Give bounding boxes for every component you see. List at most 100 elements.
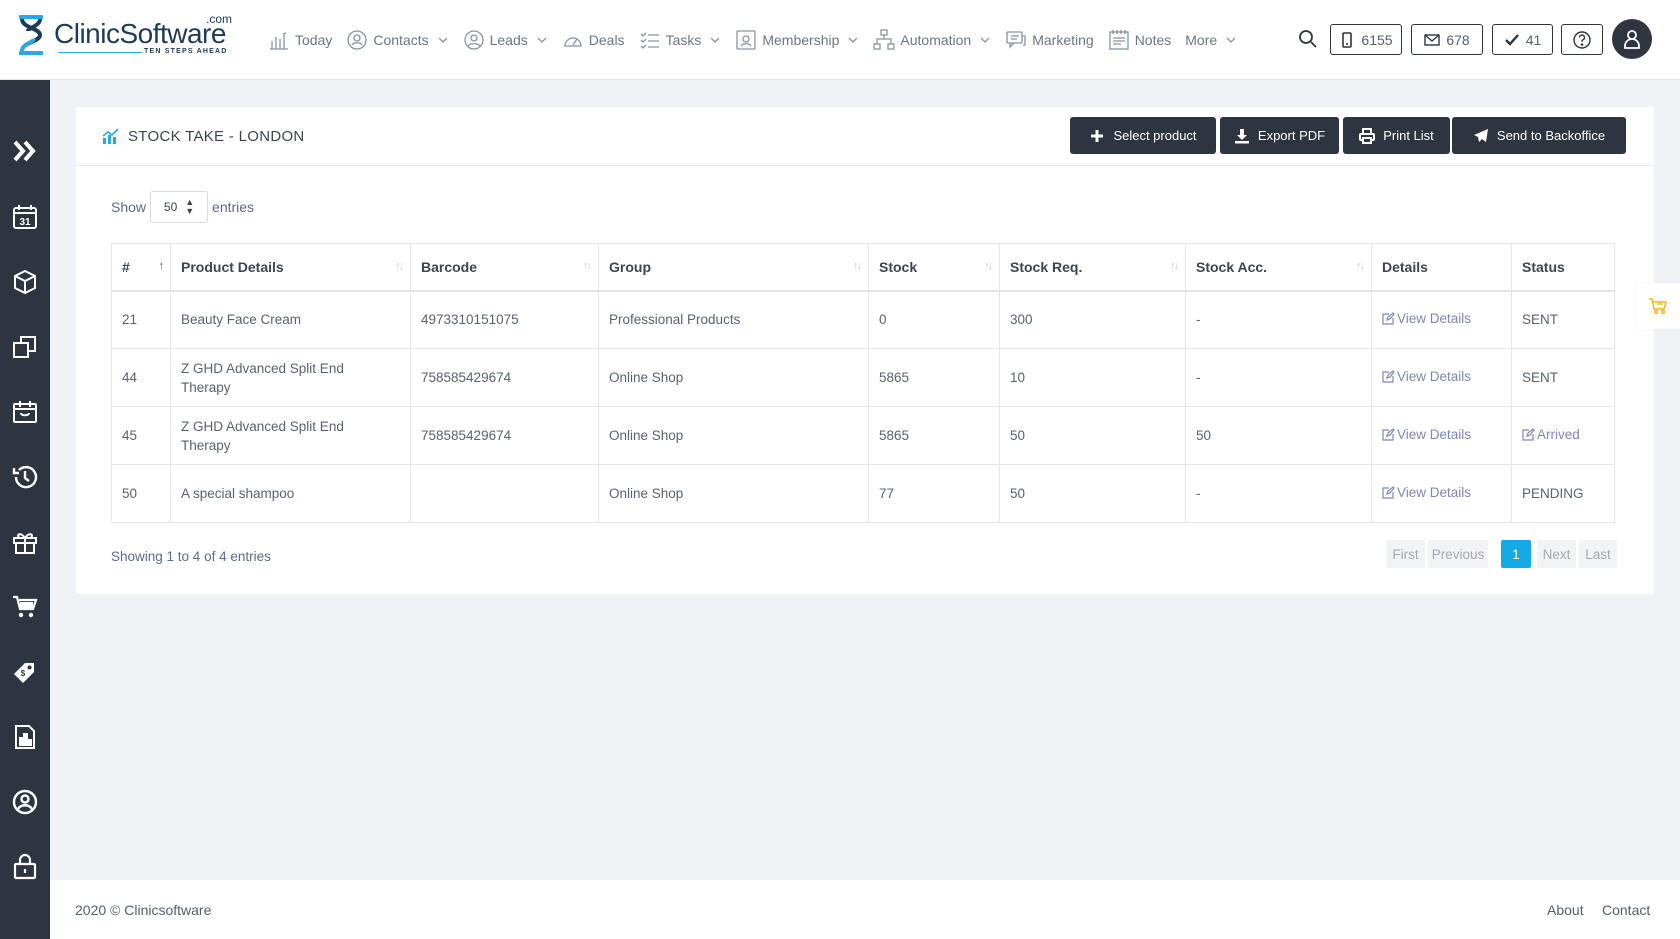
pagination-page-1[interactable]: 1 [1501,540,1531,568]
top-bar: ClinicSoftware .com TEN STEPS AHEAD Toda… [0,0,1680,80]
view-details-link[interactable]: View Details [1382,309,1471,328]
sidebar-item-deals[interactable]: $ [0,647,50,697]
sidebar-item-cart[interactable] [0,582,50,632]
sms-counter-button[interactable]: 6155 [1330,24,1402,55]
footer: 2020 © Clinicsoftware About Contact [50,880,1680,939]
sidebar-item-account[interactable] [0,777,50,827]
send-to-backoffice-button[interactable]: Send to Backoffice [1452,117,1626,154]
footer-contact-link[interactable]: Contact [1602,902,1650,918]
cell-product: Z GHD Advanced Split End Therapy [170,348,411,407]
nav-tasks[interactable]: Tasks [639,29,722,51]
hourglass-logo-icon [19,15,43,55]
export-pdf-button[interactable]: Export PDF [1220,117,1339,154]
page-title-text: STOCK TAKE - LONDON [128,127,305,145]
stock-take-card: STOCK TAKE - LONDON Select product Expor… [76,107,1654,594]
brand-tagline: TEN STEPS AHEAD [144,48,228,55]
view-details-link[interactable]: View Details [1382,425,1471,444]
column-header-stock[interactable]: Stock ↑↓ [868,243,1000,292]
select-product-button[interactable]: Select product [1070,117,1216,154]
cell-product: Z GHD Advanced Split End Therapy [170,406,411,465]
column-header-product[interactable]: Product Details ↑↓ [170,243,411,292]
table-info: Showing 1 to 4 of 4 entries [111,549,271,564]
sidebar-item-history[interactable] [0,452,50,502]
brand-logo[interactable]: ClinicSoftware .com TEN STEPS AHEAD [14,12,239,60]
tasks-counter-button[interactable]: 41 [1492,24,1553,55]
search-icon[interactable] [1297,28,1319,50]
nav-deals[interactable]: Deals [562,29,625,51]
floating-cart-button[interactable] [1636,283,1680,329]
sidebar-item-products[interactable] [0,257,50,307]
sort-icon: ↑↓ [853,260,862,272]
nav-label: Today [295,32,333,48]
pagination-next[interactable]: Next [1537,540,1576,568]
svg-text:$: $ [21,669,26,678]
cell-status: SENT [1511,348,1615,407]
chevron-down-icon [980,37,990,43]
column-header-group[interactable]: Group ↑↓ [598,243,869,292]
chevron-down-icon [537,37,547,43]
cell-stock: 0 [868,290,1000,349]
footer-about-link[interactable]: About [1547,902,1584,918]
sidebar-item-lock[interactable] [0,842,50,892]
pagination-first[interactable]: First [1386,540,1425,568]
column-header-barcode[interactable]: Barcode ↑↓ [410,243,599,292]
notes-icon [1109,30,1129,50]
sidebar-item-gifts[interactable] [0,517,50,567]
box-icon [14,269,36,295]
nav-membership[interactable]: Membership [735,29,859,51]
copy-icon [13,336,36,358]
avatar[interactable] [1612,19,1652,59]
email-counter-button[interactable]: 678 [1411,24,1483,55]
calendar-icon: 31 [13,205,37,229]
cell-stock-acc: - [1185,290,1372,349]
view-details-label: View Details [1397,485,1472,500]
users-icon [347,30,368,50]
cell-id: 21 [111,290,171,349]
svg-text:31: 31 [19,217,31,228]
nav-notes[interactable]: Notes [1108,29,1172,51]
cell-stock-req: 50 [999,406,1186,465]
pagination-previous[interactable]: Previous [1428,540,1488,568]
nav-today[interactable]: Today [268,29,332,51]
chevron-down-icon [710,37,720,43]
sidebar-toggle[interactable] [0,126,50,176]
page-size-select[interactable]: 50 ▲ ▼ [150,191,209,223]
column-header-status: Status [1511,243,1615,292]
nav-marketing[interactable]: Marketing [1005,29,1094,51]
arrived-status-link[interactable]: Arrived [1522,425,1580,444]
user-icon [1624,30,1640,49]
pagination-last[interactable]: Last [1579,540,1617,568]
sidebar-item-reports[interactable] [0,712,50,762]
view-details-link[interactable]: View Details [1382,483,1471,502]
user-circle-icon [12,789,38,815]
column-header-label: Barcode [421,258,478,275]
nav-label: Notes [1134,32,1172,48]
cell-stock: 5865 [868,406,1000,465]
plus-icon [1091,129,1104,142]
edit-icon [1522,428,1535,441]
sidebar-item-calendar[interactable]: 31 [0,192,50,242]
cell-id: 44 [111,348,171,407]
cell-stock-req: 300 [999,290,1186,349]
sort-icon: ↑↓ [984,260,993,272]
column-header-stock-acc[interactable]: Stock Acc. ↑↓ [1185,243,1372,292]
view-details-link[interactable]: View Details [1382,367,1471,386]
cell-id: 50 [111,464,171,523]
nav-more[interactable]: More [1185,32,1237,48]
edit-icon [1382,486,1395,499]
help-button[interactable] [1561,24,1603,55]
column-header-id[interactable]: # ↑ [111,243,171,292]
nav-leads[interactable]: Leads [463,29,548,51]
cell-status: SENT [1511,290,1615,349]
sidebar-item-copies[interactable] [0,322,50,372]
nav-automation[interactable]: Automation [873,29,991,51]
price-tag-icon: $ [14,663,34,683]
chevron-down-icon [848,37,858,43]
column-header-stock-req[interactable]: Stock Req. ↑↓ [999,243,1186,292]
mobile-phone-icon [1342,31,1353,48]
sidebar-item-basket[interactable] [0,387,50,437]
nav-contacts[interactable]: Contacts [346,29,448,51]
paper-plane-icon [1473,128,1488,142]
nav-label: Marketing [1032,32,1094,48]
print-list-button[interactable]: Print List [1343,117,1450,154]
